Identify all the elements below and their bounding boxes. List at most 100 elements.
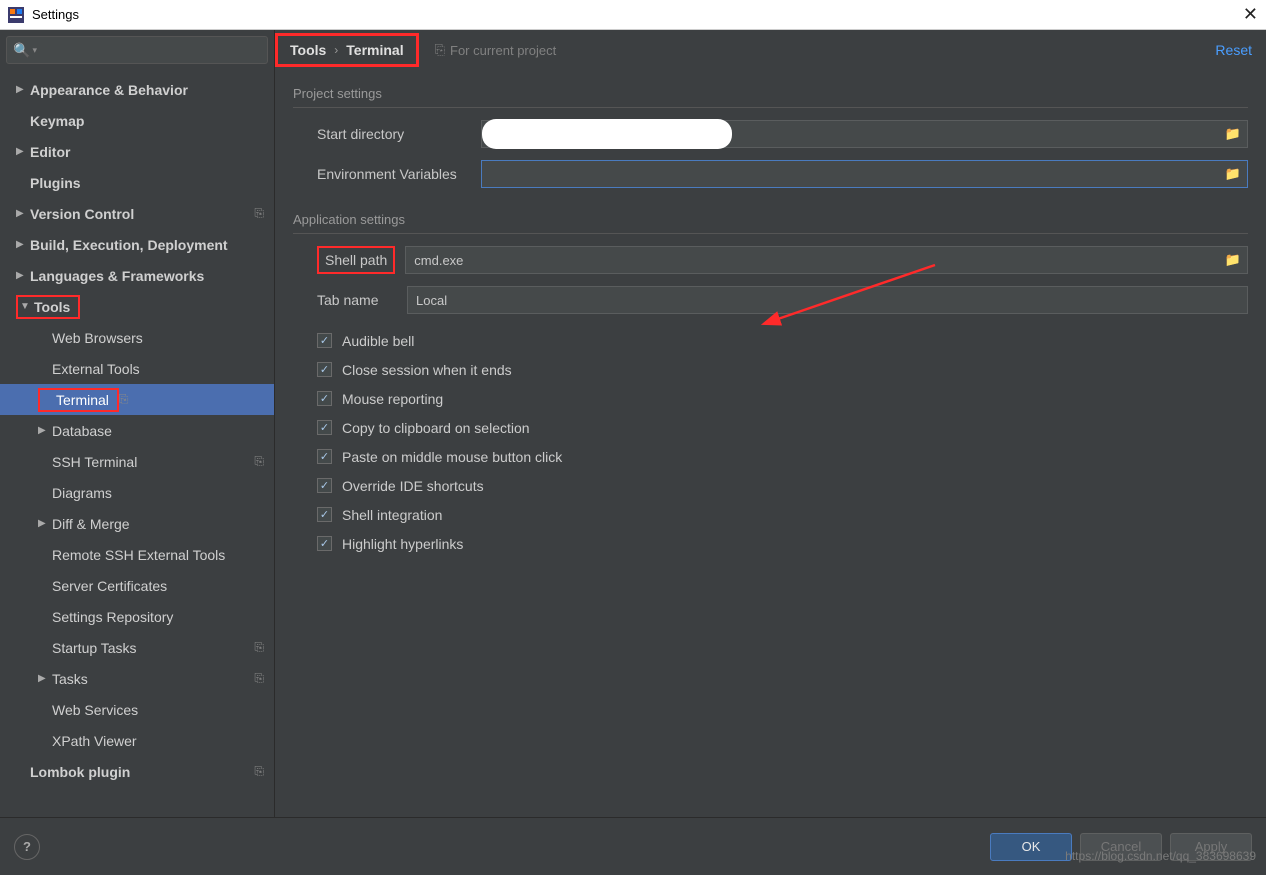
row-env-variables: Environment Variables 📁 <box>293 160 1248 188</box>
checkbox[interactable]: ✓ <box>317 507 332 522</box>
sidebar-item-ssh-terminal[interactable]: SSH Terminal⎘ <box>0 446 274 477</box>
sidebar-item-web-browsers[interactable]: Web Browsers <box>0 322 274 353</box>
tab-name-input[interactable]: Local <box>407 286 1248 314</box>
sidebar-item-remote-ssh-external-tools[interactable]: Remote SSH External Tools <box>0 539 274 570</box>
tree-item-label: Server Certificates <box>52 578 264 594</box>
checkbox[interactable]: ✓ <box>317 333 332 348</box>
shell-path-value: cmd.exe <box>414 253 463 268</box>
content-header: Tools › Terminal ⎘ For current project R… <box>275 30 1266 70</box>
settings-tree: ▶Appearance & BehaviorKeymap▶EditorPlugi… <box>0 70 274 817</box>
sidebar-item-external-tools[interactable]: External Tools <box>0 353 274 384</box>
sidebar: 🔍▾ ▶Appearance & BehaviorKeymap▶EditorPl… <box>0 30 275 817</box>
checkbox[interactable]: ✓ <box>317 449 332 464</box>
checkbox-label: Paste on middle mouse button click <box>342 449 562 465</box>
tree-item-label: Appearance & Behavior <box>30 82 264 98</box>
folder-icon[interactable]: 📁 <box>1225 166 1241 182</box>
sidebar-item-editor[interactable]: ▶Editor <box>0 136 274 167</box>
sidebar-item-diff-merge[interactable]: ▶Diff & Merge <box>0 508 274 539</box>
tree-item-label: Terminal <box>56 392 109 408</box>
tree-item-label: Tasks <box>52 671 254 687</box>
tree-item-label: Languages & Frameworks <box>30 268 264 284</box>
label-start-directory: Start directory <box>317 126 481 142</box>
content-body: Project settings Start directory 📁 Envir… <box>275 70 1266 817</box>
sidebar-item-appearance-behavior[interactable]: ▶Appearance & Behavior <box>0 74 274 105</box>
scope-hint: ⎘ For current project <box>435 42 557 58</box>
tree-item-label: Lombok plugin <box>30 764 254 780</box>
check-row-override-ide-shortcuts: ✓ Override IDE shortcuts <box>317 471 1248 500</box>
sidebar-item-server-certificates[interactable]: Server Certificates <box>0 570 274 601</box>
sidebar-item-tasks[interactable]: ▶Tasks⎘ <box>0 663 274 694</box>
sidebar-item-database[interactable]: ▶Database <box>0 415 274 446</box>
checkbox[interactable]: ✓ <box>317 536 332 551</box>
tree-item-label: Diagrams <box>52 485 264 501</box>
checkbox-label: Close session when it ends <box>342 362 512 378</box>
checkbox[interactable]: ✓ <box>317 362 332 377</box>
search-icon: 🔍 <box>13 42 30 59</box>
checkbox[interactable]: ✓ <box>317 391 332 406</box>
env-variables-input[interactable]: 📁 <box>481 160 1248 188</box>
breadcrumb-tools[interactable]: Tools <box>290 42 326 58</box>
check-row-highlight-hyperlinks: ✓Highlight hyperlinks <box>317 529 1248 558</box>
sidebar-item-version-control[interactable]: ▶Version Control⎘ <box>0 198 274 229</box>
ok-button[interactable]: OK <box>990 833 1072 861</box>
sidebar-item-tools[interactable]: ▼Tools <box>0 291 274 322</box>
sidebar-item-terminal[interactable]: Terminal ⎘ <box>0 384 274 415</box>
checkbox-label: Copy to clipboard on selection <box>342 420 530 436</box>
titlebar: Settings ✕ <box>0 0 1266 30</box>
section-project: Project settings <box>293 80 1248 108</box>
tree-item-label: Web Services <box>52 702 264 718</box>
row-start-directory: Start directory 📁 <box>293 120 1248 148</box>
sidebar-item-web-services[interactable]: Web Services <box>0 694 274 725</box>
shell-path-input[interactable]: cmd.exe 📁 <box>405 246 1248 274</box>
copy-icon: ⎘ <box>254 764 264 779</box>
tree-item-label: Version Control <box>30 206 254 222</box>
checkbox-label: Mouse reporting <box>342 391 443 407</box>
sidebar-item-diagrams[interactable]: Diagrams <box>0 477 274 508</box>
checkbox[interactable]: ✓ <box>317 420 332 435</box>
folder-icon[interactable]: 📁 <box>1225 252 1241 268</box>
tree-arrow-icon: ▶ <box>16 146 30 157</box>
tree-item-label: Keymap <box>30 113 264 129</box>
checkbox[interactable]: ✓ <box>317 478 332 493</box>
sidebar-item-keymap[interactable]: Keymap <box>0 105 274 136</box>
search-input[interactable]: 🔍▾ <box>6 36 268 64</box>
section-application: Application settings <box>293 206 1248 234</box>
sidebar-item-languages-frameworks[interactable]: ▶Languages & Frameworks <box>0 260 274 291</box>
sidebar-item-settings-repository[interactable]: Settings Repository <box>0 601 274 632</box>
checkbox-label: Shell integration <box>342 507 442 523</box>
copy-icon: ⎘ <box>119 392 129 407</box>
sidebar-item-plugins[interactable]: Plugins <box>0 167 274 198</box>
folder-icon[interactable]: 📁 <box>1225 126 1241 142</box>
sidebar-item-startup-tasks[interactable]: Startup Tasks⎘ <box>0 632 274 663</box>
tree-item-label: Diff & Merge <box>52 516 264 532</box>
close-icon[interactable]: ✕ <box>1243 4 1258 25</box>
tree-item-label: Web Browsers <box>52 330 264 346</box>
breadcrumb-terminal: Terminal <box>346 42 403 58</box>
tree-arrow-icon: ▶ <box>16 270 30 281</box>
check-row-audible-bell: ✓Audible bell <box>317 326 1248 355</box>
tree-item-label: Remote SSH External Tools <box>52 547 264 563</box>
tree-item-label: XPath Viewer <box>52 733 264 749</box>
reset-link[interactable]: Reset <box>1215 42 1252 58</box>
copy-icon: ⎘ <box>254 206 264 221</box>
scope-hint-label: For current project <box>450 43 556 58</box>
sidebar-item-lombok-plugin[interactable]: Lombok plugin⎘ <box>0 756 274 787</box>
app-logo-icon <box>8 7 24 23</box>
sidebar-item-build-execution-deployment[interactable]: ▶Build, Execution, Deployment <box>0 229 274 260</box>
sidebar-item-xpath-viewer[interactable]: XPath Viewer <box>0 725 274 756</box>
checkbox-label: Override IDE shortcuts <box>342 478 484 494</box>
tree-item-label: Startup Tasks <box>52 640 254 656</box>
tree-item-label: External Tools <box>52 361 264 377</box>
footer: ? OK Cancel Apply https://blog.csdn.net/… <box>0 817 1266 875</box>
content-pane: Tools › Terminal ⎘ For current project R… <box>275 30 1266 817</box>
tab-name-value: Local <box>416 293 447 308</box>
tree-item-label: SSH Terminal <box>52 454 254 470</box>
tree-arrow-icon: ▶ <box>38 673 52 684</box>
label-shell-path: Shell path <box>317 246 395 274</box>
help-button[interactable]: ? <box>14 834 40 860</box>
row-shell-path: Shell path cmd.exe 📁 <box>293 246 1248 274</box>
start-directory-input[interactable]: 📁 <box>481 120 1248 148</box>
copy-icon: ⎘ <box>254 454 264 469</box>
checkbox-list: ✓Audible bell✓Close session when it ends… <box>293 326 1248 558</box>
copy-icon: ⎘ <box>435 42 445 58</box>
